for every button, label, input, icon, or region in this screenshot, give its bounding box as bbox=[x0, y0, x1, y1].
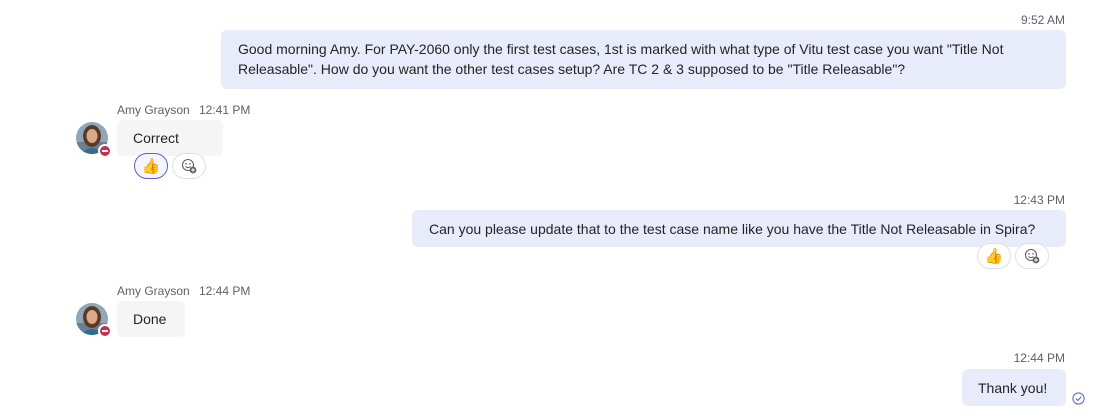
message-text: Can you please update that to the test c… bbox=[429, 221, 1036, 237]
message-text: Thank you! bbox=[978, 380, 1048, 396]
seen-check-icon bbox=[1072, 392, 1085, 405]
outgoing-message-bubble[interactable]: Good morning Amy. For PAY-2060 only the … bbox=[221, 30, 1066, 89]
presence-busy-icon bbox=[98, 324, 112, 338]
sender-name[interactable]: Amy Grayson bbox=[117, 284, 190, 298]
message-text: Done bbox=[133, 311, 167, 327]
message-timestamp: 12:44 PM bbox=[199, 284, 251, 298]
reaction-thumbs-up[interactable]: 👍 bbox=[977, 243, 1011, 269]
outgoing-message-bubble[interactable]: Thank you! bbox=[962, 369, 1066, 406]
presence-busy-icon bbox=[98, 144, 112, 158]
reaction-thumbs-up[interactable]: 👍 bbox=[134, 153, 168, 179]
incoming-message-bubble[interactable]: Done bbox=[117, 301, 185, 337]
incoming-message-bubble[interactable]: Correct bbox=[117, 120, 223, 156]
thumbs-up-icon: 👍 bbox=[141, 157, 161, 175]
message-timestamp: 12:44 PM bbox=[1013, 351, 1065, 365]
message-timestamp: 12:41 PM bbox=[199, 103, 251, 117]
add-reaction-button[interactable] bbox=[172, 153, 206, 179]
add-reaction-icon bbox=[1024, 248, 1040, 264]
outgoing-message-bubble[interactable]: Can you please update that to the test c… bbox=[412, 210, 1066, 247]
message-timestamp: 9:52 AM bbox=[1020, 13, 1065, 27]
add-reaction-icon bbox=[181, 158, 197, 174]
message-text: Correct bbox=[133, 130, 179, 146]
message-text: Good morning Amy. For PAY-2060 only the … bbox=[238, 41, 1004, 77]
thumbs-up-icon: 👍 bbox=[984, 247, 1004, 265]
message-timestamp: 12:43 PM bbox=[1013, 193, 1065, 207]
sender-name[interactable]: Amy Grayson bbox=[117, 103, 190, 117]
add-reaction-button[interactable] bbox=[1015, 243, 1049, 269]
